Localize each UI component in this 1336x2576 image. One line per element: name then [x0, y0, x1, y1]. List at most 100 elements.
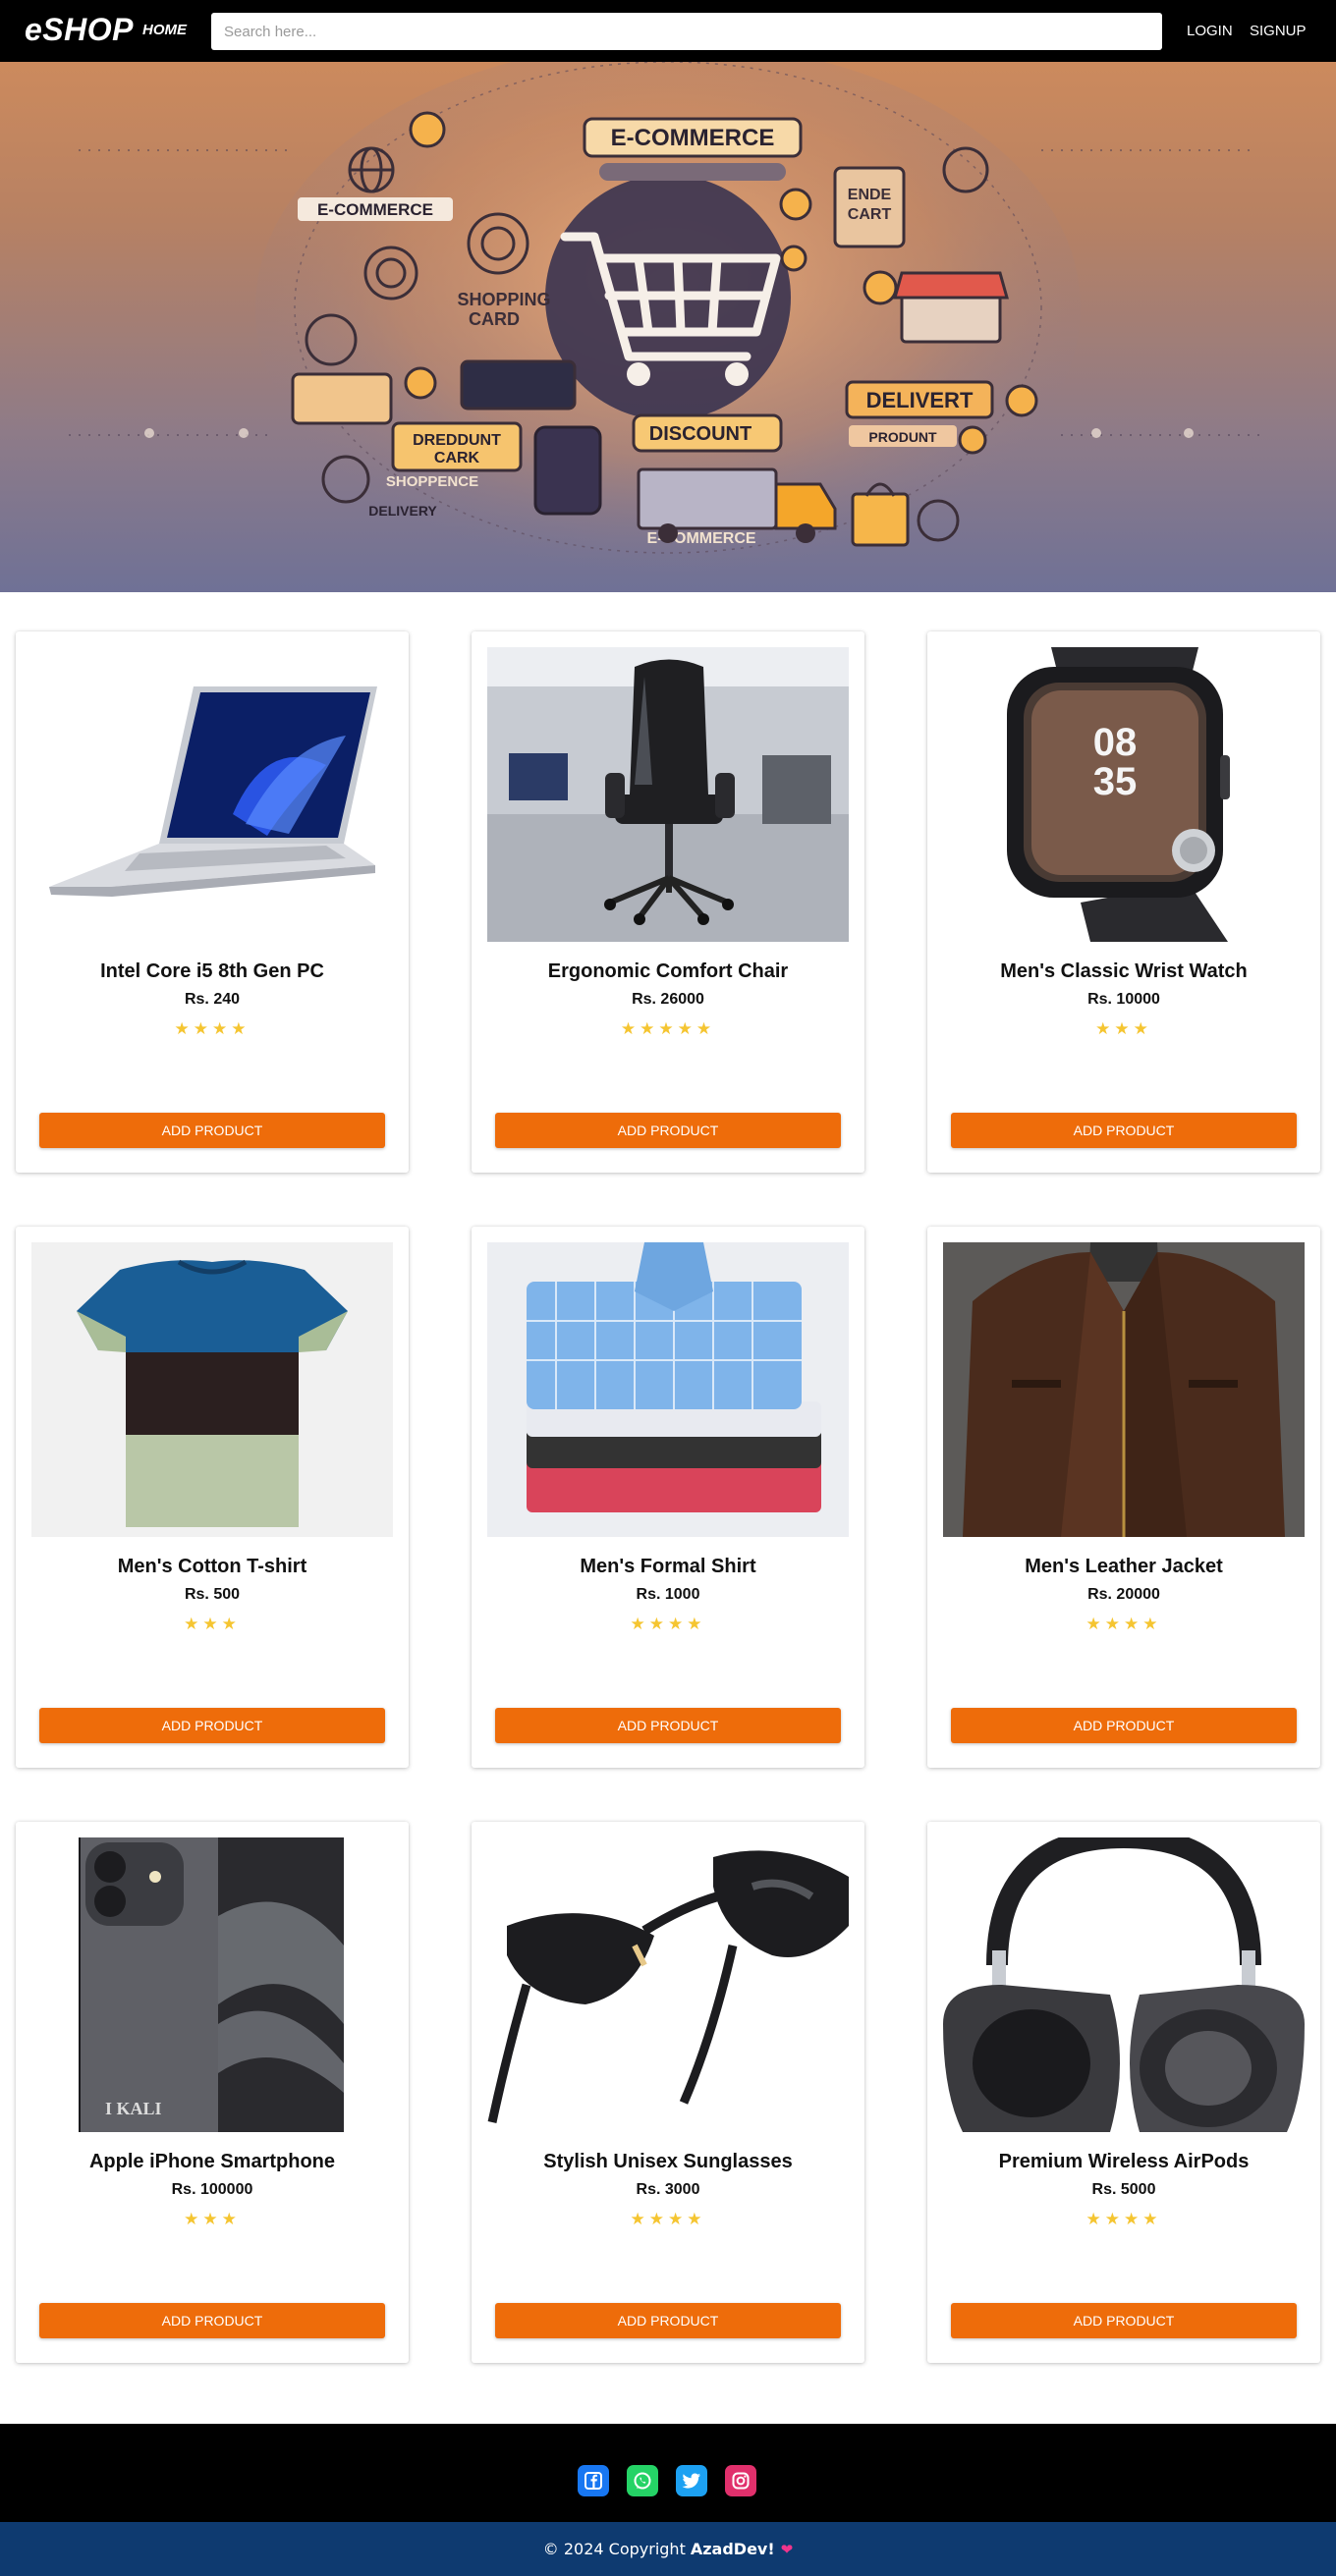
star-icon: ★: [1142, 2210, 1162, 2228]
svg-text:35: 35: [1093, 760, 1138, 803]
star-icon: ★: [202, 2210, 222, 2228]
phone-brand-text: I KALI: [105, 2099, 162, 2118]
svg-text:DISCOUNT: DISCOUNT: [649, 423, 752, 445]
product-image[interactable]: [487, 647, 849, 942]
star-icon: ★: [620, 1019, 640, 1038]
product-image[interactable]: [943, 1242, 1305, 1537]
search-input[interactable]: [211, 13, 1162, 50]
svg-text:CARD: CARD: [469, 309, 520, 329]
whatsapp-icon[interactable]: [627, 2465, 658, 2496]
add-product-button[interactable]: ADD PRODUCT: [951, 1708, 1297, 1743]
svg-text:SHOPPING: SHOPPING: [457, 290, 550, 309]
star-icon: ★: [184, 2210, 203, 2228]
facebook-icon[interactable]: [578, 2465, 609, 2496]
product-price: Rs. 3000: [636, 2181, 700, 2198]
product-rating-stars: ★★★★: [472, 2210, 864, 2229]
copyright-bar: © 2024 Copyright AzadDev! ❤: [0, 2522, 1336, 2576]
product-title: Ergonomic Comfort Chair: [547, 960, 789, 982]
star-icon: ★: [174, 1019, 194, 1038]
star-icon: ★: [1086, 1615, 1105, 1633]
svg-text:CART: CART: [848, 206, 892, 223]
product-title: Stylish Unisex Sunglasses: [543, 2151, 793, 2172]
nav-home-link[interactable]: HOME: [142, 22, 187, 38]
product-card: 08 35 Men's Classic Wrist Watch Rs. 1000…: [927, 631, 1320, 1173]
add-product-button[interactable]: ADD PRODUCT: [495, 2303, 841, 2338]
product-title: Premium Wireless AirPods: [998, 2151, 1250, 2172]
add-product-button[interactable]: ADD PRODUCT: [951, 2303, 1297, 2338]
product-rating-stars: ★★★: [927, 1019, 1320, 1039]
instagram-icon[interactable]: [725, 2465, 756, 2496]
product-title: Men's Cotton T-shirt: [117, 1556, 307, 1577]
star-icon: ★: [1086, 2210, 1105, 2228]
svg-text:DREDDUNT: DREDDUNT: [413, 432, 501, 449]
svg-text:DELIVERY: DELIVERY: [368, 503, 437, 519]
product-image[interactable]: I KALI: [31, 1837, 393, 2132]
product-title: Men's Classic Wrist Watch: [1000, 960, 1248, 982]
product-image[interactable]: [31, 1242, 393, 1537]
product-title: Men's Formal Shirt: [580, 1556, 756, 1577]
svg-text:SHOPPENCE: SHOPPENCE: [386, 473, 478, 490]
product-card: Ergonomic Comfort Chair Rs. 26000 ★★★★★ …: [472, 631, 864, 1173]
twitter-icon[interactable]: [676, 2465, 707, 2496]
star-icon: ★: [202, 1615, 222, 1633]
svg-text:DELIVERT: DELIVERT: [866, 388, 974, 412]
star-icon: ★: [1142, 1615, 1162, 1633]
star-icon: ★: [630, 1615, 649, 1633]
brand-logo[interactable]: eSHOP: [25, 12, 134, 48]
product-price: Rs. 1000: [636, 1586, 700, 1603]
star-icon: ★: [1124, 2210, 1143, 2228]
star-icon: ★: [648, 2210, 668, 2228]
star-icon: ★: [677, 1019, 696, 1038]
product-card: Men's Formal Shirt Rs. 1000 ★★★★ ADD PRO…: [472, 1227, 864, 1768]
copyright-text: © 2024 Copyright: [542, 2540, 686, 2558]
star-icon: ★: [648, 1615, 668, 1633]
star-icon: ★: [630, 2210, 649, 2228]
star-icon: ★: [1114, 1019, 1134, 1038]
product-rating-stars: ★★★★: [472, 1615, 864, 1634]
product-price: Rs. 500: [184, 1586, 241, 1603]
product-title: Intel Core i5 8th Gen PC: [100, 960, 324, 982]
product-rating-stars: ★★★★★: [472, 1019, 864, 1039]
add-product-button[interactable]: ADD PRODUCT: [39, 1708, 385, 1743]
svg-text:08: 08: [1093, 721, 1138, 764]
star-icon: ★: [687, 1615, 706, 1633]
star-icon: ★: [1095, 1019, 1115, 1038]
nav-login-link[interactable]: LOGIN: [1187, 23, 1233, 39]
nav-signup-link[interactable]: SIGNUP: [1250, 23, 1307, 39]
add-product-button[interactable]: ADD PRODUCT: [39, 2303, 385, 2338]
star-icon: ★: [696, 1019, 716, 1038]
svg-text:CARK: CARK: [434, 450, 480, 466]
product-rating-stars: ★★★: [16, 2210, 409, 2229]
product-image[interactable]: [31, 647, 393, 942]
svg-text:PRODUNT: PRODUNT: [868, 429, 937, 445]
add-product-button[interactable]: ADD PRODUCT: [951, 1113, 1297, 1148]
product-rating-stars: ★★★★: [927, 2210, 1320, 2229]
product-card: I KALI Apple iPhone Smartphone Rs. 10000…: [16, 1822, 409, 2363]
product-card: Premium Wireless AirPods Rs. 5000 ★★★★ A…: [927, 1822, 1320, 2363]
add-product-button[interactable]: ADD PRODUCT: [495, 1708, 841, 1743]
add-product-button[interactable]: ADD PRODUCT: [39, 1113, 385, 1148]
product-price: Rs. 240: [184, 991, 241, 1008]
navbar: eSHOP HOME LOGIN SIGNUP: [0, 0, 1336, 62]
footer: [0, 2424, 1336, 2522]
star-icon: ★: [658, 1019, 678, 1038]
product-card: Men's Leather Jacket Rs. 20000 ★★★★ ADD …: [927, 1227, 1320, 1768]
svg-text:ENDE: ENDE: [848, 187, 892, 203]
copyright-author[interactable]: AzadDev!: [691, 2540, 775, 2558]
product-image[interactable]: [487, 1837, 849, 2132]
add-product-button[interactable]: ADD PRODUCT: [495, 1113, 841, 1148]
star-icon: ★: [1124, 1615, 1143, 1633]
product-image[interactable]: [943, 1837, 1305, 2132]
star-icon: ★: [640, 1019, 659, 1038]
product-image[interactable]: 08 35: [943, 647, 1305, 942]
product-card: Stylish Unisex Sunglasses Rs. 3000 ★★★★ …: [472, 1822, 864, 2363]
star-icon: ★: [231, 1019, 250, 1038]
hero-banner: E-COMMERCE E-COMMERCE DELIVERT PRODUNT D…: [0, 62, 1336, 592]
product-price: Rs. 20000: [1087, 1586, 1160, 1603]
star-icon: ★: [221, 2210, 241, 2228]
star-icon: ★: [221, 1615, 241, 1633]
svg-text:E-COMMERCE: E-COMMERCE: [611, 125, 775, 151]
product-price: Rs. 26000: [632, 991, 704, 1008]
product-price: Rs. 5000: [1091, 2181, 1156, 2198]
product-image[interactable]: [487, 1242, 849, 1537]
